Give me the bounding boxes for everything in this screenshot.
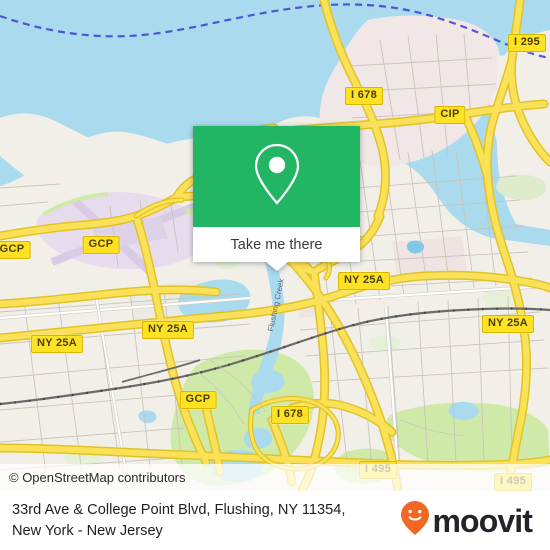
take-me-there-button[interactable]: Take me there	[231, 237, 323, 253]
osm-attribution[interactable]: © OpenStreetMap contributors	[0, 464, 550, 491]
route-shield: CIP	[434, 106, 466, 124]
address-line-2: New York - New Jersey	[12, 523, 163, 539]
route-shield: GCP	[0, 241, 31, 259]
moovit-brand[interactable]: moovit	[400, 500, 541, 541]
route-shield: NY 25A	[337, 272, 391, 290]
route-shield: GCP	[179, 391, 217, 409]
address-line-1: 33rd Ave & College Point Blvd, Flushing,…	[12, 502, 346, 518]
footer-bar: 33rd Ave & College Point Blvd, Flushing,…	[0, 491, 550, 550]
attribution-text: © OpenStreetMap contributors	[9, 470, 186, 485]
route-shield: I 295	[508, 34, 546, 52]
route-shield: GCP	[82, 236, 120, 254]
popup-pointer-tail	[265, 262, 288, 271]
route-shield: NY 25A	[141, 321, 195, 339]
map-pin-icon	[250, 141, 304, 212]
location-popup-card[interactable]: Take me there	[193, 126, 360, 271]
address-block: 33rd Ave & College Point Blvd, Flushing,…	[12, 499, 400, 542]
moovit-smiley-pin-icon	[400, 500, 430, 541]
route-shield: NY 25A	[481, 315, 535, 333]
route-shield: I 678	[271, 406, 309, 424]
popup-image-area	[193, 126, 360, 227]
moovit-wordmark: moovit	[432, 502, 533, 539]
popup-cta-area[interactable]: Take me there	[193, 227, 360, 262]
route-shield: I 678	[345, 87, 383, 105]
moovit-map-screenshot: I 295 I 678 CIP GCP GCP NY 25A NY 25A NY 25A NY …	[0, 0, 550, 550]
route-shield: NY 25A	[30, 335, 84, 353]
